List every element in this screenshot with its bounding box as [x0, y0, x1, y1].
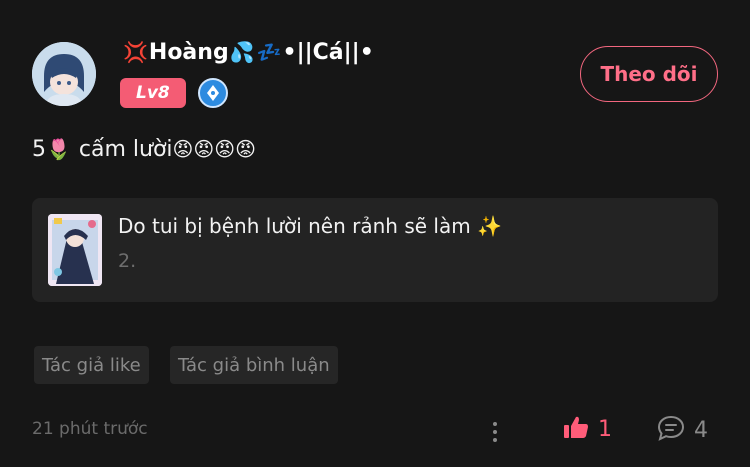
username[interactable]: 💢 Hoàng 💦 💤 •||Cá||•	[122, 34, 374, 70]
tulip-emoji: 🌷	[46, 137, 71, 161]
tag-author-comment: Tác giả bình luận	[170, 346, 338, 384]
zzz-emoji: 💤	[256, 40, 282, 64]
level-badge: Lv8	[120, 78, 186, 108]
follow-button[interactable]: Theo dõi	[580, 46, 718, 102]
username-text-1: Hoàng	[148, 39, 229, 65]
anger-emoji: 💢	[123, 40, 148, 64]
comment-icon	[656, 414, 686, 446]
book-card[interactable]: Do tui bị bệnh lười nên rảnh sẽ làm ✨ 2.	[32, 198, 718, 302]
book-cover-image	[48, 214, 102, 286]
book-title: Do tui bị bệnh lười nên rảnh sẽ làm ✨	[118, 214, 502, 238]
post-content: 5 🌷 cấm lười 😡😡😡😡	[32, 132, 256, 166]
book-chapter: 2.	[118, 250, 137, 272]
pen-badge-icon	[197, 78, 228, 108]
more-options-icon[interactable]	[488, 418, 502, 446]
thumbs-up-icon	[562, 414, 590, 444]
angry-emojis: 😡😡😡😡	[172, 137, 256, 161]
post-number: 5	[32, 136, 46, 162]
user-badges: Lv8	[120, 78, 228, 108]
comment-count: 4	[694, 417, 708, 443]
username-text-2: •||Cá||•	[282, 39, 374, 65]
sweat-emoji: 💦	[229, 40, 255, 64]
like-count: 1	[598, 416, 612, 442]
post-time: 21 phút trước	[32, 419, 148, 439]
post-text: cấm lười	[78, 136, 173, 162]
tag-author-like: Tác giả like	[34, 346, 149, 384]
like-button[interactable]: 1	[562, 414, 612, 444]
comment-button[interactable]: 4	[656, 414, 708, 446]
avatar[interactable]	[32, 42, 96, 106]
